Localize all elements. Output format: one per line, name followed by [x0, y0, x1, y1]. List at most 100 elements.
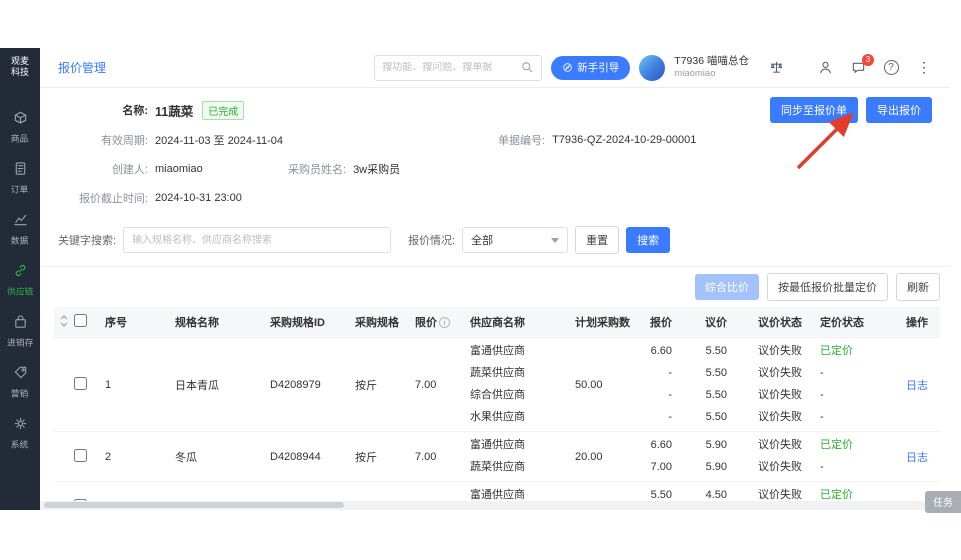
row-check-cell — [74, 377, 102, 393]
chart-icon — [13, 212, 28, 230]
quotation-info: 名称: 11蔬菜 已完成 同步至报价单 导出报价 有效周期: 2024-11-0… — [40, 88, 950, 223]
search-button[interactable]: 搜索 — [626, 227, 670, 253]
avatar[interactable] — [639, 55, 665, 81]
cell-plan-qty: 20.00 — [575, 451, 630, 463]
quote-status-select[interactable]: 全部 — [462, 227, 568, 253]
topbar-right: 新手引导 T7936 喵喵总仓 miaomiao 3 ? — [374, 55, 936, 81]
sidebar-item-label: 订单 — [11, 183, 28, 196]
status-badge: 已完成 — [202, 101, 244, 120]
topbar: 报价管理 新手引导 T7936 喵喵总仓 miaomiao — [40, 48, 950, 88]
sidebar-item-marketing[interactable]: 营销 — [0, 357, 40, 408]
sidebar-nav: 商品 订单 数据 供应链 进销存 营销 — [0, 102, 40, 459]
period-label: 有效周期: — [58, 132, 148, 148]
sidebar-item-label: 进销存 — [7, 336, 33, 349]
table-row: 2 冬瓜 D4208944 按斤 7.00 富通供应商 蔬菜供应商 20.00 … — [54, 432, 940, 482]
sync-to-quotation-button[interactable]: 同步至报价单 — [770, 97, 858, 123]
keyword-input[interactable] — [123, 227, 391, 253]
col-spec-id: 采购规格ID — [270, 314, 355, 330]
help-button[interactable]: ? — [879, 56, 903, 80]
export-quotation-button[interactable]: 导出报价 — [866, 97, 932, 123]
sidebar-item-label: 营销 — [11, 387, 28, 400]
task-tab[interactable]: 任务 — [925, 491, 961, 513]
help-icon: ? — [884, 60, 899, 75]
cell-unit: 按斤 — [355, 449, 415, 465]
sidebar-item-label: 供应链 — [7, 285, 33, 298]
cell-spec-name: 日本青瓜 — [175, 377, 270, 393]
cell-action: 日志 — [880, 377, 940, 393]
message-badge: 3 — [862, 54, 874, 66]
name-label: 名称: — [58, 102, 148, 118]
doc-no-label: 单据编号: — [498, 132, 545, 148]
sidebar-item-supply-chain[interactable]: 供应链 — [0, 255, 40, 306]
creator-value: miaomiao — [155, 163, 203, 175]
select-all-checkbox[interactable] — [74, 314, 87, 327]
product-box-icon — [13, 110, 28, 128]
cell-no: 1 — [102, 379, 175, 391]
buyer-label: 采购员姓名: — [288, 161, 346, 177]
refresh-button[interactable]: 刷新 — [896, 273, 940, 301]
cell-price-statuses: 已定价 - — [808, 438, 880, 475]
guide-button-label: 新手引导 — [577, 60, 619, 75]
cell-quotes: 6.60 7.00 — [630, 438, 675, 475]
cell-suppliers: 富通供应商 蔬菜供应商 综合供应商 水果供应商 — [470, 344, 575, 425]
sidebar-item-label: 数据 — [11, 234, 28, 247]
col-supplier: 供应商名称 — [470, 314, 575, 330]
quotation-table: 序号 规格名称 采购规格ID 采购规格 限价i 供应商名称 计划采购数 报价 议… — [54, 307, 940, 510]
chain-link-icon — [13, 263, 28, 281]
cell-no: 2 — [102, 451, 175, 463]
info-icon: i — [439, 317, 450, 328]
store-name: T7936 喵喵总仓 — [674, 55, 749, 68]
log-link[interactable]: 日志 — [906, 380, 928, 392]
scrollbar-thumb[interactable] — [44, 502, 344, 508]
quote-status-value: 全部 — [471, 232, 493, 248]
table-header-row: 序号 规格名称 采购规格ID 采购规格 限价i 供应商名称 计划采购数 报价 议… — [54, 307, 940, 338]
cell-suppliers: 富通供应商 蔬菜供应商 — [470, 438, 575, 475]
sidebar-item-system[interactable]: 系统 — [0, 408, 40, 459]
chevron-down-icon — [551, 238, 559, 243]
row-checkbox[interactable] — [74, 449, 87, 462]
user-block: T7936 喵喵总仓 miaomiao — [674, 55, 749, 80]
sidebar-item-data[interactable]: 数据 — [0, 204, 40, 255]
main-area: 报价管理 新手引导 T7936 喵喵总仓 miaomiao — [40, 48, 950, 510]
reset-button[interactable]: 重置 — [575, 226, 619, 254]
cell-price-statuses: 已定价 - - - — [808, 344, 880, 425]
sidebar-item-orders[interactable]: 订单 — [0, 153, 40, 204]
global-search-input[interactable] — [382, 62, 516, 73]
sidebar-item-inventory[interactable]: 进销存 — [0, 306, 40, 357]
cell-limit: 7.00 — [415, 379, 470, 391]
account-settings-button[interactable] — [813, 56, 837, 80]
more-menu-button[interactable]: ⋮ — [912, 56, 936, 80]
page-title: 报价管理 — [58, 59, 106, 76]
col-price-status: 定价状态 — [808, 314, 880, 330]
cell-action: 日志 — [880, 449, 940, 465]
log-link[interactable]: 日志 — [906, 452, 928, 464]
horizontal-scrollbar — [40, 501, 950, 510]
kebab-icon: ⋮ — [917, 59, 931, 76]
sidebar-item-products[interactable]: 商品 — [0, 102, 40, 153]
sort-rows-icon[interactable] — [54, 315, 74, 330]
batch-price-by-lowest-button[interactable]: 按最低报价批量定价 — [767, 273, 888, 301]
guide-button[interactable]: 新手引导 — [551, 56, 630, 80]
messages-button[interactable]: 3 — [846, 56, 870, 80]
quotation-name: 11蔬菜 — [155, 101, 193, 120]
scale-icon — [769, 60, 784, 75]
cell-quotes: 6.60 - - - — [630, 344, 675, 425]
col-plan-qty: 计划采购数 — [575, 314, 630, 330]
filter-bar: 关键字搜索: 报价情况: 全部 重置 搜索 — [40, 223, 950, 266]
col-unit: 采购规格 — [355, 314, 415, 330]
col-no: 序号 — [102, 314, 175, 330]
scale-button[interactable] — [764, 56, 788, 80]
logo-line1: 观麦 — [11, 56, 29, 67]
app-window: 观麦 科技 商品 订单 数据 供应链 进销存 — [0, 48, 950, 510]
person-icon — [818, 60, 833, 75]
cell-spec-name: 冬瓜 — [175, 449, 270, 465]
sidebar: 观麦 科技 商品 订单 数据 供应链 进销存 — [0, 48, 40, 510]
quote-status-label: 报价情况: — [408, 232, 455, 248]
doc-no-value: T7936-QZ-2024-10-29-00001 — [552, 134, 696, 146]
cell-limit: 7.00 — [415, 451, 470, 463]
global-search — [374, 55, 542, 81]
row-checkbox[interactable] — [74, 377, 87, 390]
cell-bargain-statuses: 议价失败 议价失败 议价失败 议价失败 — [730, 344, 808, 425]
cell-unit: 按斤 — [355, 377, 415, 393]
compare-prices-button[interactable]: 综合比价 — [695, 274, 759, 300]
